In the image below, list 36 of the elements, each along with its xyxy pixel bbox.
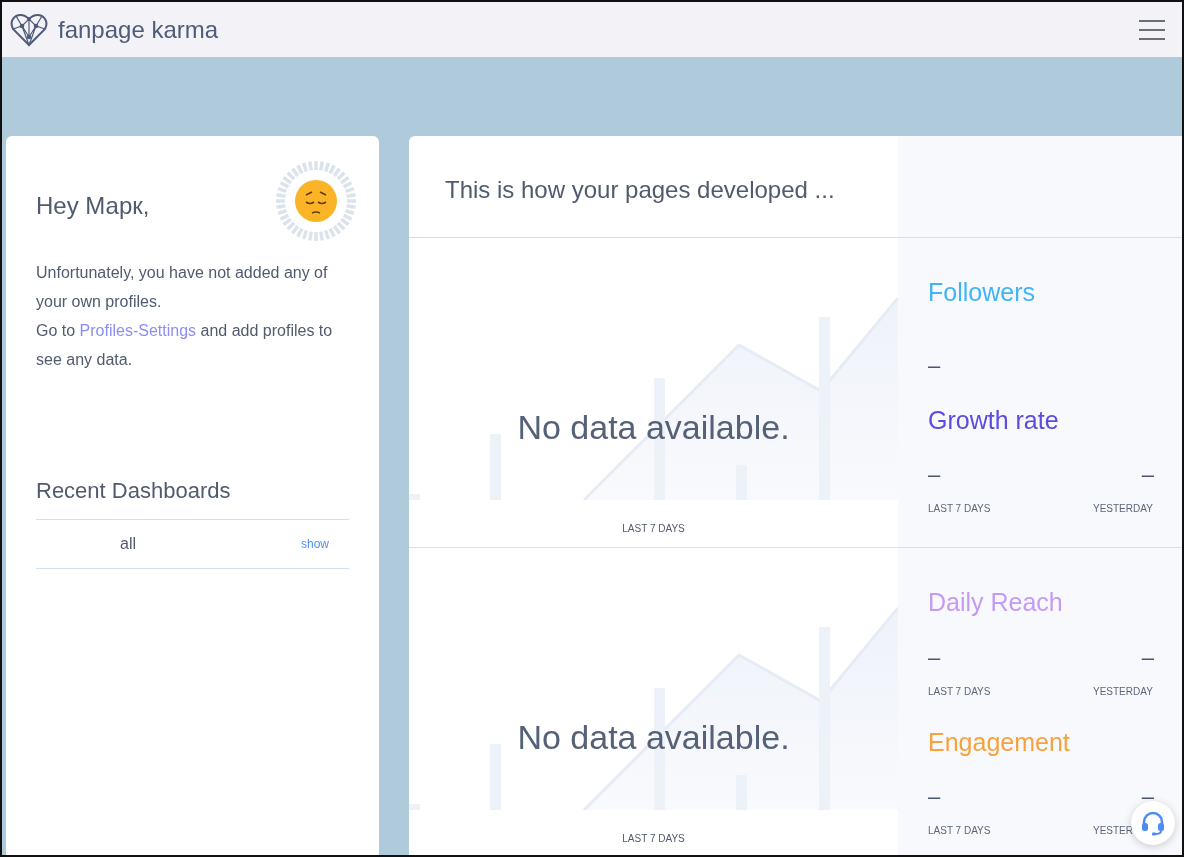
metric-value: – bbox=[1141, 644, 1154, 670]
metric-period-label: YESTERDAY bbox=[1093, 503, 1153, 514]
period-label: LAST 7 DAYS bbox=[622, 833, 685, 844]
headset-icon bbox=[1140, 810, 1166, 836]
metric-period-label: LAST 7 DAYS bbox=[928, 685, 991, 697]
chart-bar bbox=[409, 494, 420, 500]
instruction-text: Go to Profiles-Settings and add profiles to see any data. bbox=[36, 321, 334, 370]
metric-value: – bbox=[1141, 462, 1154, 487]
metric-value: – bbox=[928, 462, 941, 487]
dashboard-name: all bbox=[120, 534, 136, 554]
metric-title: Daily Reach bbox=[928, 588, 1063, 616]
no-data-text: No data available. bbox=[517, 408, 790, 446]
profiles-settings-link[interactable]: Profiles-Settings bbox=[79, 322, 197, 339]
metric-value: – bbox=[928, 644, 941, 670]
metric-period-label: LAST 7 DAYS bbox=[928, 503, 991, 514]
logo-text[interactable]: fanpage karma bbox=[58, 11, 219, 48]
sad-emoji-icon bbox=[275, 160, 357, 242]
metric-period-label: YESTERDAY bbox=[1093, 685, 1153, 697]
menu-button[interactable] bbox=[1138, 17, 1166, 42]
no-data-text: No data available. bbox=[517, 718, 790, 756]
show-link[interactable]: show bbox=[301, 535, 329, 553]
section-title: Recent Dashboards bbox=[36, 474, 349, 520]
metric-period-label: YESTER bbox=[1093, 825, 1133, 836]
metric-title: Followers bbox=[928, 278, 1035, 306]
metric-value: – bbox=[928, 784, 941, 809]
metric-period-label: LAST 7 DAYS bbox=[928, 825, 991, 836]
greeting: Hey Марк, bbox=[36, 191, 150, 221]
metric-title: Engagement bbox=[928, 727, 1070, 756]
period-label: LAST 7 DAYS bbox=[622, 523, 685, 534]
chart-bar bbox=[409, 804, 420, 810]
metric-value: – bbox=[1141, 784, 1154, 809]
metric-value: – bbox=[928, 352, 941, 378]
overview-title: This is how your pages developed ... bbox=[444, 175, 836, 205]
metric-title: Growth rate bbox=[928, 405, 1059, 434]
info-text: Unfortunately, you have not added any of your own profiles. bbox=[36, 263, 329, 312]
heart-network-logo-icon bbox=[10, 12, 48, 47]
